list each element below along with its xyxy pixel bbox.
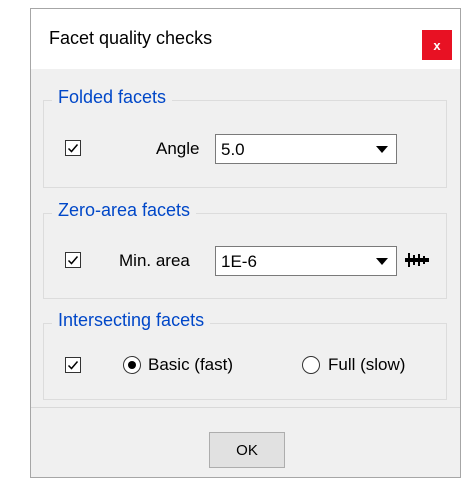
folded-facets-checkbox[interactable] — [65, 140, 81, 156]
facet-quality-dialog: Facet quality checks x Folded facets Ang… — [30, 8, 461, 478]
radio-basic-fast[interactable] — [123, 356, 141, 374]
angle-value: 5.0 — [221, 140, 245, 159]
angle-label: Angle — [156, 139, 200, 158]
dialog-title: Facet quality checks — [49, 28, 213, 48]
zero-area-checkbox[interactable] — [65, 252, 81, 268]
intersecting-checkbox[interactable] — [65, 357, 81, 373]
check-icon — [67, 361, 79, 370]
radio-selected-dot — [127, 360, 136, 369]
intersecting-facets-legend: Intersecting facets — [52, 310, 211, 331]
chevron-down-icon[interactable] — [376, 146, 388, 153]
check-icon — [67, 144, 79, 153]
angle-combobox[interactable]: 5.0 — [215, 134, 397, 164]
footer-divider — [31, 407, 460, 408]
folded-facets-legend: Folded facets — [52, 87, 173, 108]
folded-facets-group: Folded facets Angle 5.0 — [43, 87, 447, 188]
basic-fast-label[interactable]: Basic (fast) — [148, 355, 233, 375]
intersecting-facets-group: Intersecting facets Basic (fast) Full (s… — [43, 310, 447, 400]
min-area-label: Min. area — [119, 251, 190, 270]
min-area-value: 1E-6 — [221, 252, 257, 271]
ok-button[interactable]: OK — [209, 432, 285, 468]
full-slow-label[interactable]: Full (slow) — [328, 355, 405, 375]
min-area-combobox[interactable]: 1E-6 — [215, 246, 397, 276]
zero-area-facets-legend: Zero-area facets — [52, 200, 197, 221]
radio-full-slow[interactable] — [302, 356, 320, 374]
zero-area-facets-group: Zero-area facets Min. area 1E-6 — [43, 200, 447, 299]
title-bar: Facet quality checks x — [31, 9, 460, 69]
close-button[interactable]: x — [422, 30, 452, 60]
chevron-down-icon[interactable] — [376, 258, 388, 265]
ruler-icon[interactable] — [404, 252, 430, 273]
check-icon — [67, 256, 79, 265]
